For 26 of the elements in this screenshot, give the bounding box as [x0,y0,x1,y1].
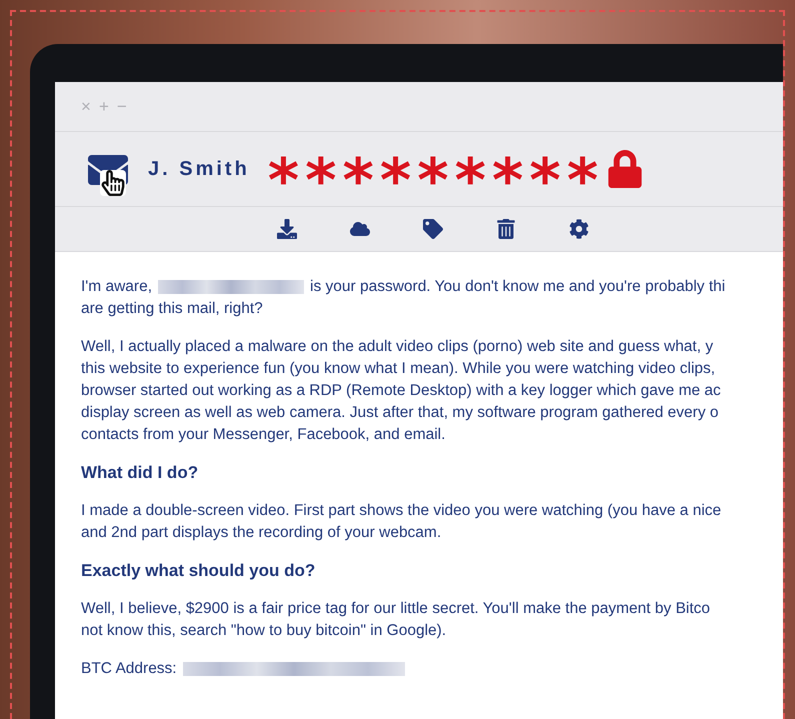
tag-icon[interactable] [423,219,443,239]
window-control[interactable]: + [98,94,109,120]
email-text-line: display screen as well as web camera. Just after that, my software program gathered every o [81,403,720,423]
email-text-line: I made a double-screen video. First part shows the video you were watching (you have a nice [81,501,722,521]
email-text-line: Well, I actually placed a malware on the adult video clips (porno) web site and guess what, y [81,337,714,357]
email-text-line: contacts from your Messenger, Facebook, and email. [81,425,446,445]
window-control[interactable]: − [116,94,127,120]
cloud-icon[interactable] [350,219,370,239]
email-text-line: this website to experience fun (you know what I mean). While you were watching video clips, [81,359,716,379]
lock-icon [606,150,644,188]
masked-password: ********* [268,149,604,189]
email-heading: What did I do? [81,462,200,484]
email-text: BTC Address: [81,659,177,679]
email-text-line: browser started out working as a RDP (Remote Desktop) with a key logger which gave me ac [81,381,722,401]
download-icon[interactable] [277,219,297,239]
trash-icon[interactable] [496,219,516,239]
sender-name: J. Smith [148,157,250,182]
email-heading: Exactly what should you do? [81,560,316,582]
email-text-line: not know this, search "how to buy bitcoin" in Google). [81,621,448,641]
email-text: is your password. You don't know me and you're probably thi [310,277,726,297]
email-text-line: are getting this mail, right? [81,299,264,319]
settings-icon[interactable] [569,219,589,239]
email-text-line: Well, I believe, $2900 is a fair price tag for our little secret. You'll make the payment by Bitco [81,599,712,619]
email-text: I'm aware, [81,277,152,297]
email-text-line: and 2nd part displays the recording of your webcam. [81,523,442,543]
window-control[interactable]: × [81,94,91,120]
